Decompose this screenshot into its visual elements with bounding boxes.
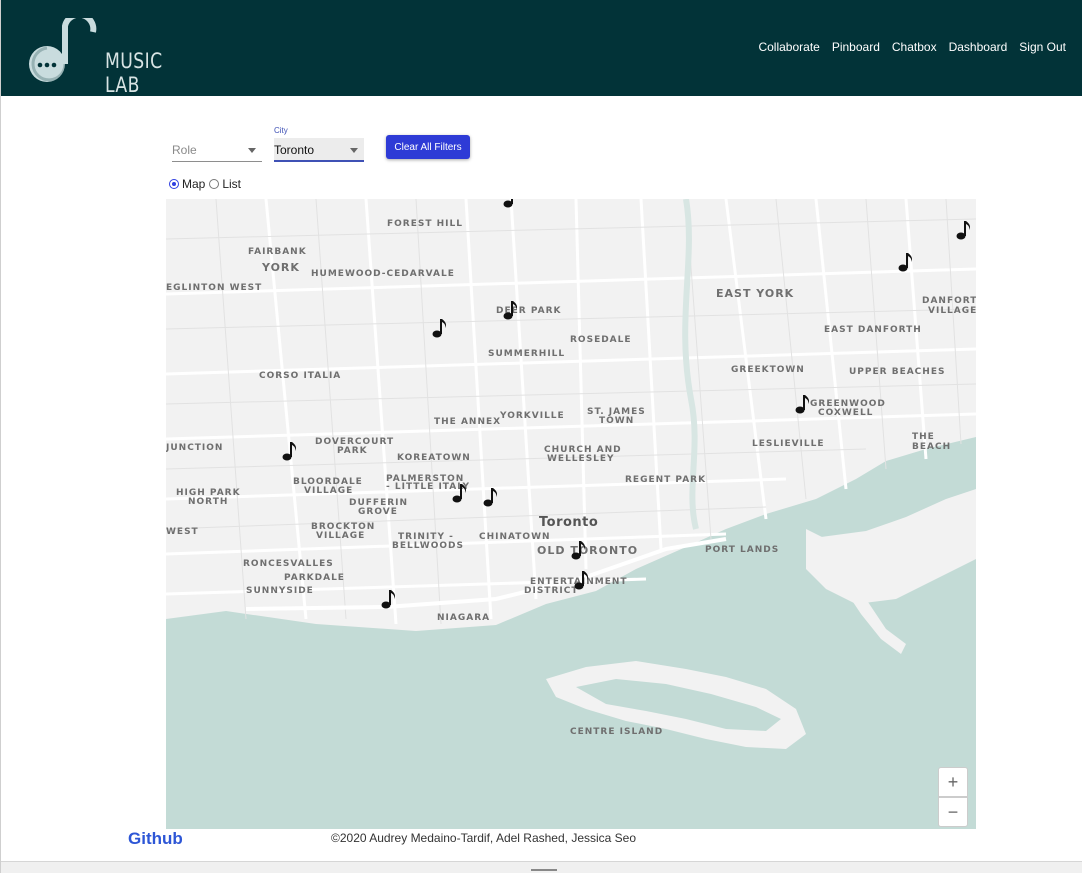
zoom-in-button[interactable]: + bbox=[938, 767, 968, 797]
role-select-placeholder: Role bbox=[172, 143, 197, 157]
map-label: WEST bbox=[166, 527, 199, 537]
resize-grip-icon[interactable] bbox=[531, 869, 557, 871]
map-label: CORSO ITALIA bbox=[259, 371, 342, 381]
nav-sign-out[interactable]: Sign Out bbox=[1019, 40, 1066, 54]
role-select[interactable]: Role bbox=[172, 138, 262, 162]
city-map[interactable]: FOREST HILL FAIRBANK YORK HUMEWOOD-CEDAR… bbox=[166, 199, 976, 829]
zoom-out-button[interactable]: − bbox=[938, 797, 968, 827]
nav-pinboard[interactable]: Pinboard bbox=[832, 40, 880, 54]
logo-text: MUSIC LAB bbox=[105, 49, 163, 97]
music-note-icon[interactable] bbox=[898, 251, 914, 273]
map-label: BELLWOODS bbox=[392, 541, 464, 551]
map-label: JUNCTION bbox=[166, 443, 224, 453]
map-label: YORKVILLE bbox=[500, 411, 565, 421]
music-note-icon[interactable] bbox=[282, 440, 298, 462]
map-label: VILLAGE bbox=[304, 486, 354, 496]
map-label: KOREATOWN bbox=[397, 453, 471, 463]
map-label: PORT LANDS bbox=[705, 545, 780, 555]
map-labels: FOREST HILL FAIRBANK YORK HUMEWOOD-CEDAR… bbox=[166, 199, 976, 829]
city-select-label: City bbox=[274, 126, 288, 135]
music-note-icon[interactable] bbox=[503, 299, 519, 321]
map-label: EGLINTON WEST bbox=[166, 283, 263, 293]
nav-chatbox[interactable]: Chatbox bbox=[892, 40, 937, 54]
map-label: VILLAGE bbox=[928, 306, 976, 316]
map-label: CHINATOWN bbox=[479, 532, 551, 542]
music-note-icon[interactable] bbox=[571, 539, 587, 561]
music-note-icon[interactable] bbox=[956, 219, 972, 241]
city-select[interactable]: Toronto bbox=[274, 138, 364, 162]
music-note-icon[interactable] bbox=[503, 199, 519, 209]
map-label: LESLIEVILLE bbox=[752, 439, 825, 449]
map-view-radio[interactable] bbox=[169, 179, 179, 189]
map-label: GROVE bbox=[358, 507, 398, 517]
music-note-icon[interactable] bbox=[574, 569, 590, 591]
map-label: SUNNYSIDE bbox=[246, 586, 314, 596]
nav-collaborate[interactable]: Collaborate bbox=[758, 40, 819, 54]
app-header: MUSIC LAB Collaborate Pinboard Chatbox D… bbox=[1, 0, 1082, 97]
map-label: YORK bbox=[262, 261, 300, 274]
music-note-icon[interactable] bbox=[483, 486, 499, 508]
map-label: SUMMERHILL bbox=[488, 349, 566, 359]
map-label: PARKDALE bbox=[284, 573, 345, 583]
map-label: NORTH bbox=[188, 497, 229, 507]
clear-filters-button[interactable]: Clear All Filters bbox=[386, 135, 470, 159]
map-label: COXWELL bbox=[818, 408, 874, 418]
map-label: DISTRICT bbox=[524, 586, 579, 596]
map-label: CENTRE ISLAND bbox=[570, 727, 664, 737]
map-label: HUMEWOOD-CEDARVALE bbox=[311, 269, 455, 279]
map-label: UPPER BEACHES bbox=[849, 367, 946, 377]
copyright-text: ©2020 Audrey Medaino-Tardif, Adel Rashed… bbox=[331, 831, 637, 845]
map-label: THE ANNEX bbox=[434, 417, 502, 427]
map-label: RONCESVALLES bbox=[243, 559, 334, 569]
map-label: ROSEDALE bbox=[570, 335, 632, 345]
map-label: TOWN bbox=[599, 416, 635, 426]
view-toggle: Map List bbox=[169, 177, 245, 191]
bottom-bar bbox=[1, 861, 1082, 873]
music-note-logo-icon bbox=[29, 11, 97, 82]
nav-dashboard[interactable]: Dashboard bbox=[949, 40, 1008, 54]
map-label: DANFORTH bbox=[922, 296, 976, 306]
music-note-icon[interactable] bbox=[452, 482, 468, 504]
music-note-icon[interactable] bbox=[381, 588, 397, 610]
map-label: PARK bbox=[337, 446, 368, 456]
map-label: NIAGARA bbox=[437, 613, 491, 623]
map-label: WELLESLEY bbox=[547, 454, 615, 464]
music-lab-logo[interactable]: MUSIC LAB bbox=[27, 11, 177, 97]
map-label: EAST DANFORTH bbox=[824, 325, 922, 335]
map-label: Toronto bbox=[539, 515, 599, 530]
map-label: GREEKTOWN bbox=[731, 365, 805, 375]
main-nav: Collaborate Pinboard Chatbox Dashboard S… bbox=[758, 40, 1066, 54]
map-label: THE BEACH bbox=[912, 432, 952, 452]
music-note-icon[interactable] bbox=[432, 317, 448, 339]
map-label: OLD TORONTO bbox=[537, 544, 639, 557]
music-note-icon[interactable] bbox=[795, 393, 811, 415]
map-label: VILLAGE bbox=[316, 531, 366, 541]
chevron-down-icon bbox=[248, 148, 256, 153]
map-label: EAST YORK bbox=[716, 287, 795, 300]
map-label: REGENT PARK bbox=[625, 475, 707, 485]
chevron-down-icon bbox=[350, 148, 358, 153]
map-label: FAIRBANK bbox=[248, 247, 307, 257]
map-view-label[interactable]: Map bbox=[182, 177, 205, 191]
github-link[interactable]: Github bbox=[128, 829, 183, 849]
map-label: FOREST HILL bbox=[387, 219, 463, 229]
list-view-label[interactable]: List bbox=[222, 177, 241, 191]
list-view-radio[interactable] bbox=[209, 179, 220, 189]
city-select-value: Toronto bbox=[274, 143, 315, 157]
